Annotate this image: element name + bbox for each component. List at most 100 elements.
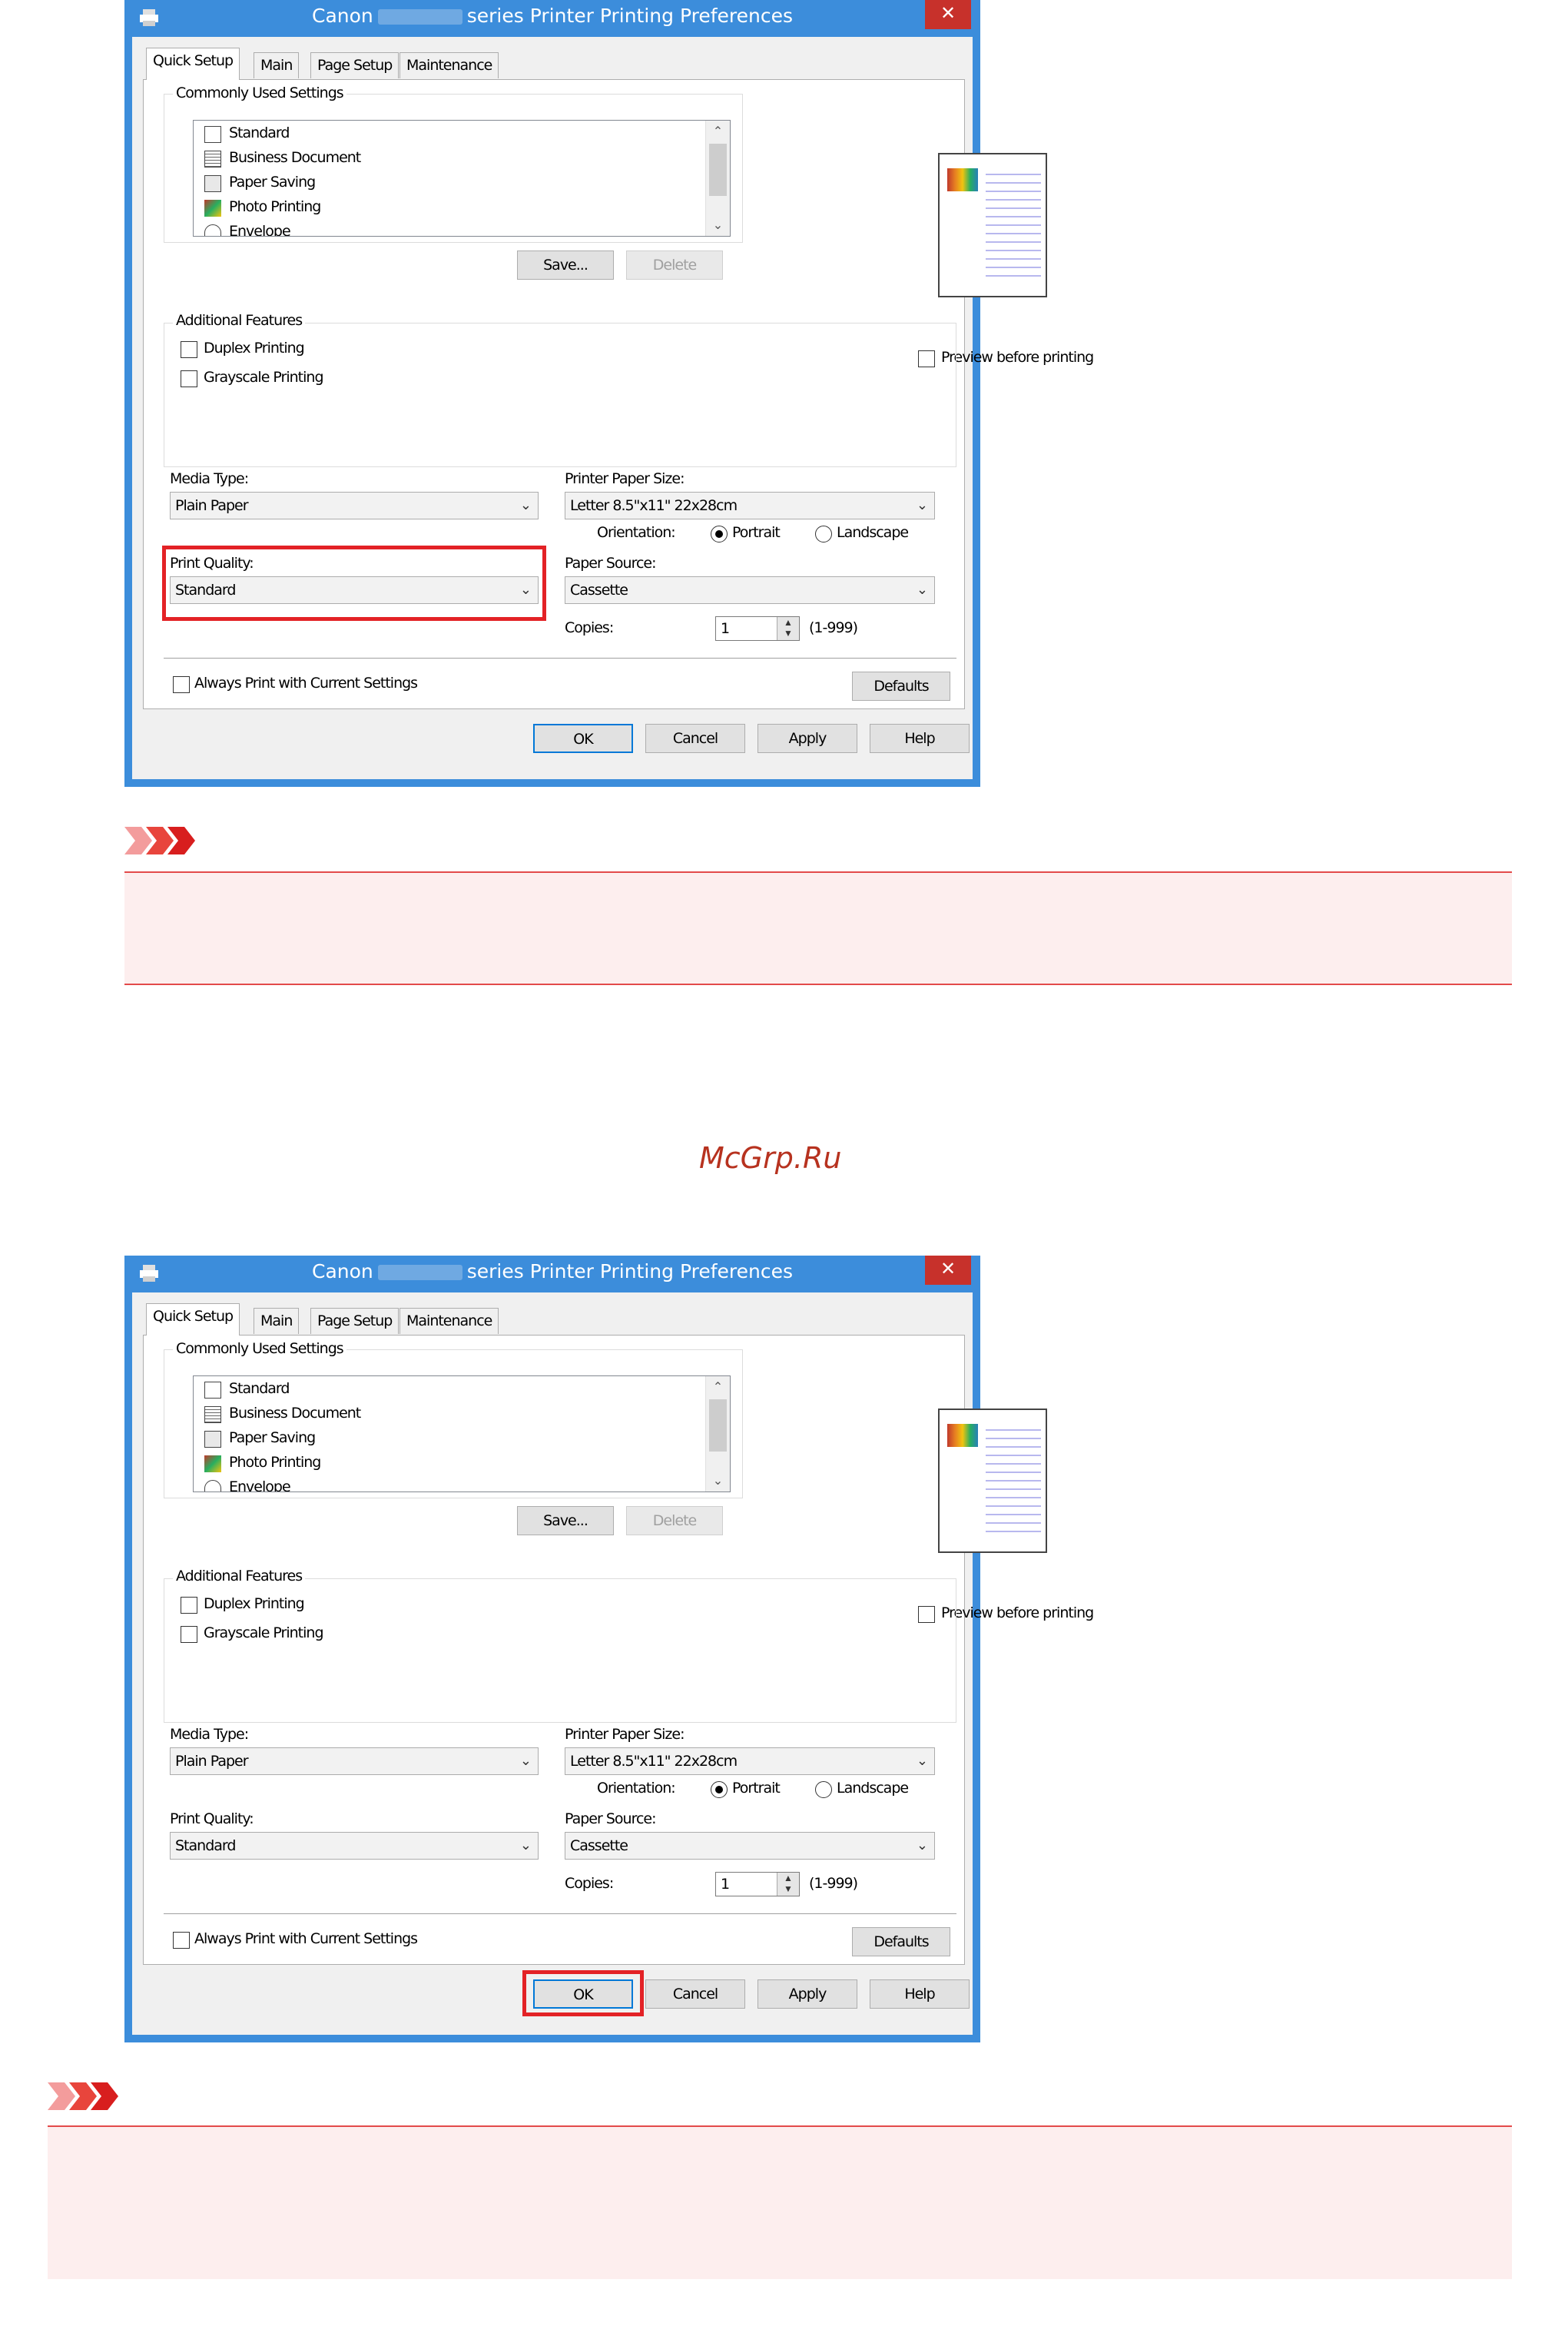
paper-source-select[interactable]: Cassette ⌄ [565, 1832, 935, 1860]
grayscale-checkbox[interactable] [181, 1626, 197, 1643]
grayscale-label: Grayscale Printing [204, 1624, 324, 1641]
additional-features-label: Additional Features [173, 312, 306, 329]
portrait-radio[interactable] [711, 1781, 728, 1798]
printer-paper-size-select[interactable]: Letter 8.5"x11" 22x28cm ⌄ [565, 1747, 935, 1775]
divider [164, 658, 956, 659]
tab-page-setup[interactable]: Page Setup [310, 52, 399, 78]
envelope-icon [204, 1480, 221, 1491]
scroll-down-icon[interactable]: ⌄ [706, 217, 730, 233]
caution-icon [48, 2082, 118, 2110]
scroll-thumb[interactable] [709, 1399, 727, 1452]
apply-button[interactable]: Apply [757, 724, 857, 753]
paper-source-label: Paper Source: [565, 555, 657, 572]
help-button[interactable]: Help [870, 724, 970, 753]
media-type-label: Media Type: [170, 1726, 249, 1743]
printer-paper-size-select[interactable]: Letter 8.5"x11" 22x28cm ⌄ [565, 492, 935, 519]
tab-main[interactable]: Main [254, 52, 300, 78]
photo-icon [204, 200, 221, 217]
close-icon: ✕ [940, 1259, 956, 1279]
preview-photo [947, 1424, 978, 1447]
dialog-client-area: Quick Setup Main Page Setup Maintenance … [132, 37, 1094, 779]
title-bar[interactable]: Canon series Printer Printing Preferences… [124, 1256, 980, 1292]
duplex-checkbox[interactable] [181, 1597, 197, 1614]
media-type-select[interactable]: Plain Paper ⌄ [170, 1747, 539, 1775]
scroll-up-icon[interactable]: ⌃ [706, 1379, 730, 1395]
preview-label: Preview before printing [941, 349, 1094, 366]
landscape-label: Landscape [837, 524, 909, 541]
standard-icon [204, 126, 221, 143]
tab-main[interactable]: Main [254, 1308, 300, 1334]
close-icon: ✕ [940, 3, 956, 24]
commonly-used-settings-list[interactable]: Standard Business Document Paper Saving … [193, 1375, 731, 1492]
cancel-button[interactable]: Cancel [645, 1979, 745, 2009]
always-print-checkbox[interactable] [173, 1932, 190, 1949]
defaults-button[interactable]: Defaults [852, 672, 950, 701]
save-button[interactable]: Save... [517, 1506, 614, 1535]
defaults-button[interactable]: Defaults [852, 1927, 950, 1956]
paper-source-label: Paper Source: [565, 1810, 657, 1827]
media-type-select[interactable]: Plain Paper ⌄ [170, 492, 539, 519]
preview-text-lines [986, 1422, 1041, 1538]
list-scrollbar[interactable]: ⌃ ⌄ [705, 121, 730, 236]
copies-stepper[interactable]: 1 ▲ ▼ [715, 616, 800, 641]
grayscale-checkbox[interactable] [181, 370, 197, 387]
document-icon [204, 1406, 221, 1423]
printing-preferences-dialog-1: Canon series Printer Printing Preferences… [124, 0, 1094, 787]
preview-photo [947, 168, 978, 191]
commonly-used-settings-list[interactable]: Standard Business Document Paper Saving … [193, 120, 731, 237]
delete-button[interactable]: Delete [626, 1506, 723, 1535]
tab-maintenance[interactable]: Maintenance [399, 1308, 499, 1334]
chevron-down-icon: ⌄ [519, 1753, 532, 1768]
tab-quick-setup[interactable]: Quick Setup [146, 48, 240, 80]
divider [164, 1913, 956, 1914]
always-print-checkbox[interactable] [173, 676, 190, 693]
tab-page-setup[interactable]: Page Setup [310, 1308, 399, 1334]
grayscale-label: Grayscale Printing [204, 369, 324, 386]
print-quality-select[interactable]: Standard ⌄ [170, 1832, 539, 1860]
watermark-text: McGrp.Ru [699, 1141, 842, 1175]
additional-features-label: Additional Features [173, 1568, 306, 1584]
paper-source-select[interactable]: Cassette ⌄ [565, 576, 935, 604]
standard-icon [204, 1382, 221, 1399]
portrait-radio[interactable] [711, 526, 728, 543]
preview-page-image [938, 1409, 1047, 1553]
paper-saving-icon [204, 1431, 221, 1448]
copies-stepper[interactable]: 1 ▲ ▼ [715, 1872, 800, 1896]
photo-icon [204, 1455, 221, 1472]
window-title: Canon series Printer Printing Preferences [311, 5, 793, 27]
chevron-down-icon: ⌄ [916, 582, 928, 597]
tab-maintenance[interactable]: Maintenance [399, 52, 499, 78]
print-quality-highlight [162, 546, 546, 621]
tab-quick-setup[interactable]: Quick Setup [146, 1303, 240, 1336]
dialog-client-area: Quick Setup Main Page Setup Maintenance … [132, 1292, 1094, 2035]
delete-button[interactable]: Delete [626, 251, 723, 280]
spin-arrows-icon[interactable]: ▲ ▼ [777, 617, 799, 640]
scroll-thumb[interactable] [709, 144, 727, 196]
model-name-redacted [377, 1265, 462, 1280]
title-bar[interactable]: Canon series Printer Printing Preferences… [124, 0, 980, 37]
printing-preferences-dialog-2: Canon series Printer Printing Preferences… [124, 1256, 1094, 2042]
chevron-down-icon: ⌄ [916, 1837, 928, 1853]
caution-box-2 [48, 2125, 1512, 2279]
apply-button[interactable]: Apply [757, 1979, 857, 2009]
printer-paper-size-label: Printer Paper Size: [565, 1726, 685, 1743]
landscape-radio[interactable] [815, 526, 832, 543]
scroll-up-icon[interactable]: ⌃ [706, 124, 730, 139]
cancel-button[interactable]: Cancel [645, 724, 745, 753]
print-quality-label: Print Quality: [170, 1810, 254, 1827]
ok-button[interactable]: OK [533, 724, 633, 753]
close-button[interactable]: ✕ [925, 1256, 971, 1285]
list-scrollbar[interactable]: ⌃ ⌄ [705, 1376, 730, 1491]
scroll-down-icon[interactable]: ⌄ [706, 1473, 730, 1488]
close-button[interactable]: ✕ [925, 0, 971, 29]
portrait-label: Portrait [732, 524, 781, 541]
quick-setup-panel: Commonly Used Settings Standard Business… [143, 1335, 1094, 1965]
spin-arrows-icon[interactable]: ▲ ▼ [777, 1873, 799, 1896]
duplex-checkbox[interactable] [181, 341, 197, 358]
orientation-label: Orientation: [597, 524, 676, 541]
help-button[interactable]: Help [870, 1979, 970, 2009]
landscape-radio[interactable] [815, 1781, 832, 1798]
printer-paper-size-label: Printer Paper Size: [565, 470, 685, 487]
save-button[interactable]: Save... [517, 251, 614, 280]
orientation-label: Orientation: [597, 1780, 676, 1797]
